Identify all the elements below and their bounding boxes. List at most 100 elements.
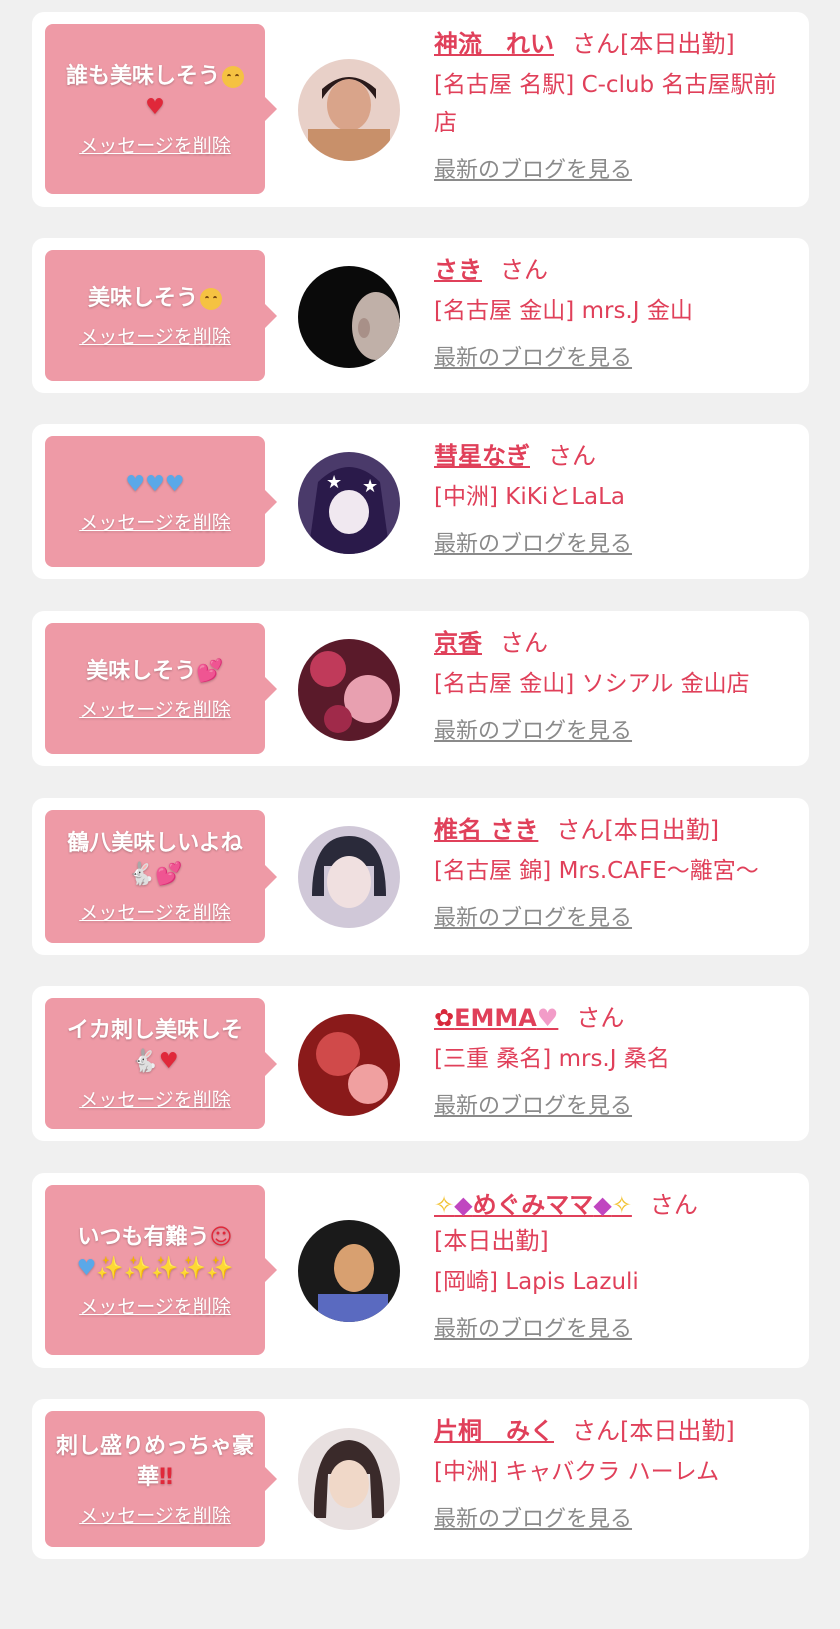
profile-info: 片桐 みく さん[本日出勤] [中洲] キャバクラ ハーレム 最新のブログを見る <box>434 1413 797 1533</box>
shop-name: ソシアル 金山店 <box>581 671 750 697</box>
avatar[interactable]: ★ ★ <box>298 452 400 554</box>
cast-name-link[interactable]: ✿EMMA♥ <box>434 1004 558 1032</box>
shop-name: mrs.J 金山 <box>581 298 693 324</box>
message-card: 鶴八美味しいよね 🐇💕 メッセージを削除 椎名 さき さん[本日出勤] [名古屋 錦… <box>32 798 809 955</box>
sparkles-icon: ✧ <box>434 1191 455 1219</box>
message-text: 誰も美味しそう ♥ <box>66 61 244 123</box>
name-line: ✿EMMA♥ さん <box>434 1000 797 1036</box>
message-card: イカ刺し美味しそ 🐇♥ メッセージを削除 ✿EMMA♥ さん [三重 桑名] mrs… <box>32 986 809 1141</box>
cast-name-link[interactable]: さき <box>434 256 482 284</box>
blue-heart-icon: ♥ <box>145 471 165 497</box>
honorific: さん <box>649 1191 698 1219</box>
status-label: [本日出勤] <box>620 30 735 58</box>
shop-name: Mrs.CAFE〜離宮〜 <box>558 858 759 884</box>
message-card: 誰も美味しそう ♥ メッセージを削除 神流 れい さん[本日出勤] [名古屋 名駅]… <box>32 12 809 207</box>
view-blog-link[interactable]: 最新のブログを見る <box>434 526 632 558</box>
avatar[interactable] <box>298 1428 400 1530</box>
shop-area: [中洲] <box>434 484 498 510</box>
delete-message-link[interactable]: メッセージを削除 <box>79 1292 231 1319</box>
name-line: 神流 れい さん[本日出勤] <box>434 26 797 62</box>
message-text: ♥♥♥ <box>125 469 184 500</box>
shop-name: Lapis Lazuli <box>505 1269 639 1295</box>
message-card: 刺し盛りめっちゃ豪華‼ メッセージを削除 片桐 みく さん[本日出勤] [中洲] … <box>32 1399 809 1559</box>
delete-message-link[interactable]: メッセージを削除 <box>79 131 231 158</box>
message-card: 美味しそう💕 メッセージを削除 京香 さん [名古屋 金山] ソシアル 金山店 最… <box>32 611 809 766</box>
cast-name-link[interactable]: 片桐 みく <box>434 1417 554 1445</box>
double-exclamation-icon: ‼ <box>159 1464 173 1490</box>
blue-heart-icon: ♥ <box>125 471 146 497</box>
svg-text:★: ★ <box>362 476 378 497</box>
avatar[interactable] <box>298 266 400 368</box>
shop-name: キャバクラ ハーレム <box>505 1459 720 1485</box>
red-heart-icon: ♥ <box>158 1049 179 1074</box>
smiling-hearts-icon: ☺ <box>209 1224 233 1250</box>
honorific: さん <box>500 629 548 657</box>
name-line: 椎名 さき さん[本日出勤] <box>434 812 797 848</box>
name-line: 片桐 みく さん[本日出勤] <box>434 1413 797 1449</box>
profile-info: さき さん [名古屋 金山] mrs.J 金山 最新のブログを見る <box>434 252 797 372</box>
shop-info: [名古屋 金山] ソシアル 金山店 <box>434 665 797 703</box>
blue-heart-icon: ♥ <box>76 1255 97 1281</box>
blue-heart-icon: ♥ <box>164 471 185 497</box>
view-blog-link[interactable]: 最新のブログを見る <box>434 1311 632 1343</box>
message-card: 美味しそう メッセージを削除 さき さん [名古屋 金山] mrs.J 金山 最新… <box>32 238 809 393</box>
view-blog-link[interactable]: 最新のブログを見る <box>434 340 632 372</box>
avatar[interactable] <box>298 1014 400 1116</box>
pink-heart-icon: ♥ <box>536 1004 559 1032</box>
shop-name: KiKiとLaLa <box>505 484 626 510</box>
avatar[interactable] <box>298 639 400 741</box>
status-label: [本日出勤] <box>604 816 720 844</box>
status-label: [本日出勤] <box>620 1417 735 1445</box>
delete-message-link[interactable]: メッセージを削除 <box>79 695 231 722</box>
honorific: さん <box>500 256 548 284</box>
honorific: さん <box>556 816 605 844</box>
profile-info: 椎名 さき さん[本日出勤] [名古屋 錦] Mrs.CAFE〜離宮〜 最新のブロ… <box>434 812 797 932</box>
cast-name-link[interactable]: 椎名 さき <box>434 816 538 844</box>
delete-message-link[interactable]: メッセージを削除 <box>79 898 231 925</box>
delete-message-link[interactable]: メッセージを削除 <box>79 1501 231 1528</box>
cast-name-link[interactable]: ✧◆めぐみママ◆✧ <box>434 1191 632 1219</box>
shop-info: [三重 桑名] mrs.J 桑名 <box>434 1040 797 1078</box>
name-line: さき さん <box>434 252 797 288</box>
shop-info: [名古屋 錦] Mrs.CAFE〜離宮〜 <box>434 852 797 890</box>
gem-icon: ◆ <box>454 1191 473 1219</box>
shop-name: mrs.J 桑名 <box>558 1046 670 1072</box>
message-bubble: 刺し盛りめっちゃ豪華‼ メッセージを削除 <box>45 1411 277 1547</box>
avatar[interactable] <box>298 826 400 928</box>
rabbit-icon: 🐇 <box>131 1049 159 1074</box>
red-heart-icon: ♥ <box>145 94 165 120</box>
message-text: 美味しそう💕 <box>86 658 224 684</box>
delete-message-link[interactable]: メッセージを削除 <box>79 508 231 535</box>
profile-info: 神流 れい さん[本日出勤] [名古屋 名駅] C-club 名古屋駅前店 最新の… <box>434 26 797 184</box>
profile-info: 彗星なぎ さん [中洲] KiKiとLaLa 最新のブログを見る <box>434 438 797 558</box>
honorific: さん <box>572 1417 620 1445</box>
message-bubble: 美味しそう💕 メッセージを削除 <box>45 623 277 754</box>
message-text: いつも有難う☺ ♥✨✨✨✨✨ <box>76 1224 234 1281</box>
view-blog-link[interactable]: 最新のブログを見る <box>434 1501 632 1533</box>
view-blog-link[interactable]: 最新のブログを見る <box>434 900 632 932</box>
message-text: 刺し盛りめっちゃ豪華‼ <box>55 1433 254 1490</box>
delete-message-link[interactable]: メッセージを削除 <box>79 322 231 349</box>
honorific: さん <box>576 1004 625 1032</box>
view-blog-link[interactable]: 最新のブログを見る <box>434 152 632 184</box>
view-blog-link[interactable]: 最新のブログを見る <box>434 713 632 745</box>
delete-message-link[interactable]: メッセージを削除 <box>79 1085 231 1112</box>
avatar[interactable] <box>298 59 400 161</box>
status-label: [本日出勤] <box>434 1227 549 1255</box>
message-bubble: ♥♥♥ メッセージを削除 <box>45 436 277 567</box>
shop-info: [中洲] KiKiとLaLa <box>434 478 797 516</box>
message-bubble: 美味しそう メッセージを削除 <box>45 250 277 381</box>
avatar[interactable] <box>298 1220 400 1322</box>
rabbit-icon: 🐇 <box>127 862 155 887</box>
cast-name-link[interactable]: 京香 <box>434 629 482 657</box>
drooling-face-icon <box>200 287 222 310</box>
cast-name-link[interactable]: 彗星なぎ <box>434 442 530 470</box>
drooling-face-icon <box>222 65 244 88</box>
shop-area: [岡崎] <box>434 1269 498 1295</box>
shop-area: [三重 桑名] <box>434 1046 552 1072</box>
shop-info: [岡崎] Lapis Lazuli <box>434 1263 797 1301</box>
cast-name-link[interactable]: 神流 れい <box>434 30 554 58</box>
view-blog-link[interactable]: 最新のブログを見る <box>434 1088 632 1120</box>
profile-info: ✿EMMA♥ さん [三重 桑名] mrs.J 桑名 最新のブログを見る <box>434 1000 797 1120</box>
message-text: イカ刺し美味しそ 🐇♥ <box>66 1018 243 1074</box>
